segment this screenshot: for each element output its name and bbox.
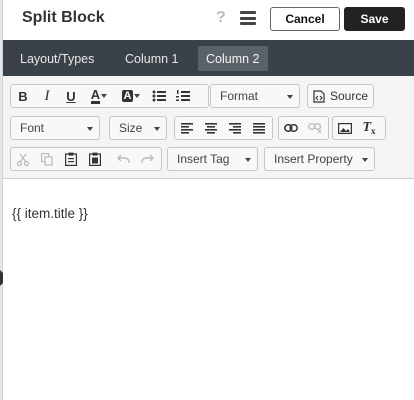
numbered-list-icon[interactable] xyxy=(171,85,195,107)
insert-tag-label: Insert Tag xyxy=(177,152,230,166)
size-dropdown-label: Size xyxy=(119,121,143,135)
editor-text[interactable]: {{ item.title }} xyxy=(12,206,88,221)
background-color-letter: A xyxy=(121,90,134,102)
align-right-icon[interactable] xyxy=(223,117,247,139)
underline-icon[interactable]: U xyxy=(59,85,83,107)
background-color-icon[interactable]: A xyxy=(115,85,147,107)
alignment-group xyxy=(174,116,273,140)
panel-title: Split Block xyxy=(22,9,105,26)
justify-icon[interactable] xyxy=(247,117,271,139)
align-center-icon[interactable] xyxy=(199,117,223,139)
editor-content-area[interactable]: {{ item.title }} xyxy=(3,180,414,400)
copy-icon[interactable] xyxy=(35,148,59,170)
paste-text-icon[interactable] xyxy=(83,148,107,170)
cancel-button[interactable]: Cancel xyxy=(270,7,340,31)
align-left-icon[interactable] xyxy=(175,117,199,139)
text-color-letter: A xyxy=(90,86,101,104)
unlink-icon[interactable] xyxy=(303,117,327,139)
source-icon xyxy=(313,89,325,103)
font-dropdown-label: Font xyxy=(20,121,45,135)
tab-layout-types[interactable]: Layout/Types xyxy=(12,46,102,71)
redo-icon[interactable] xyxy=(135,148,159,170)
insert-tag-dropdown[interactable]: Insert Tag xyxy=(167,147,258,171)
tab-column-2[interactable]: Column 2 xyxy=(198,46,268,71)
font-dropdown[interactable]: Font xyxy=(10,116,100,140)
clipboard-group xyxy=(10,147,162,171)
undo-icon[interactable] xyxy=(111,148,135,170)
insert-property-label: Insert Property xyxy=(274,152,353,166)
link-icon[interactable] xyxy=(279,117,303,139)
help-icon[interactable]: ? xyxy=(216,9,226,27)
format-dropdown[interactable]: Format xyxy=(210,84,300,108)
source-button-label: Source xyxy=(330,89,369,103)
tab-bar: Layout/Types Column 1 Column 2 xyxy=(3,40,414,76)
panel-header: Split Block ? Cancel Save xyxy=(3,0,414,40)
bold-icon[interactable]: B xyxy=(11,85,35,107)
bulleted-list-icon[interactable] xyxy=(147,85,171,107)
link-group xyxy=(278,116,329,140)
tab-column-1[interactable]: Column 1 xyxy=(117,46,187,71)
text-style-group: B I U A A xyxy=(10,84,209,108)
source-button[interactable]: Source xyxy=(307,84,374,108)
cut-icon[interactable] xyxy=(11,148,35,170)
menu-icon[interactable] xyxy=(240,11,256,25)
paste-icon[interactable] xyxy=(59,148,83,170)
text-color-icon[interactable]: A xyxy=(83,85,115,107)
insert-group: Tx xyxy=(332,116,386,140)
insert-property-dropdown[interactable]: Insert Property xyxy=(264,147,375,171)
remove-format-icon[interactable]: Tx xyxy=(357,117,381,139)
image-icon[interactable] xyxy=(333,117,357,139)
format-dropdown-label: Format xyxy=(220,89,259,103)
editor-toolbar: B I U A A Format Source Font Size T x In… xyxy=(3,76,414,179)
save-button[interactable]: Save xyxy=(344,7,405,31)
size-dropdown[interactable]: Size xyxy=(109,116,167,140)
italic-icon[interactable]: I xyxy=(35,85,59,107)
